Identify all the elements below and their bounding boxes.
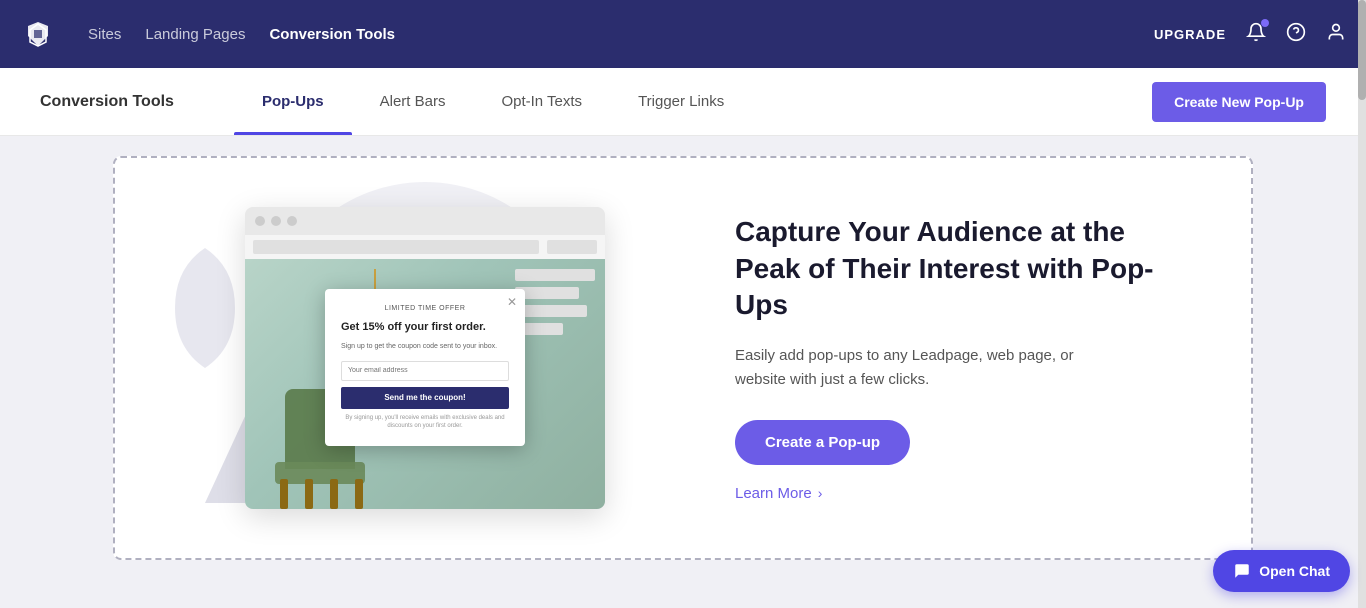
browser-dot-1	[255, 216, 265, 226]
notification-dot	[1261, 19, 1269, 27]
notifications-icon[interactable]	[1246, 22, 1266, 47]
tab-trigger-links[interactable]: Trigger Links	[610, 68, 752, 135]
tab-opt-in-texts[interactable]: Opt-In Texts	[473, 68, 610, 135]
popup-badge: Limited time offer	[341, 305, 509, 312]
content-card: ✕ Limited time offer Get 15% off your fi…	[113, 156, 1253, 560]
sub-nav-tabs: Pop-Ups Alert Bars Opt-In Texts Trigger …	[234, 68, 1152, 135]
popup-title: Get 15% off your first order.	[341, 320, 509, 334]
open-chat-label: Open Chat	[1259, 563, 1330, 579]
create-popup-cta-button[interactable]: Create a Pop-up	[735, 420, 910, 465]
nav-links: Sites Landing Pages Conversion Tools	[88, 26, 1130, 43]
nav-link-landing-pages[interactable]: Landing Pages	[145, 26, 245, 43]
sub-navigation: Conversion Tools Pop-Ups Alert Bars Opt-…	[0, 68, 1366, 136]
open-chat-button[interactable]: Open Chat	[1213, 550, 1350, 592]
learn-more-chevron-icon: ›	[818, 485, 823, 501]
browser-dot-2	[271, 216, 281, 226]
popup-email-input[interactable]	[341, 361, 509, 381]
browser-titlebar	[245, 207, 605, 235]
tab-pop-ups[interactable]: Pop-Ups	[234, 68, 352, 135]
popup-fine-print: By signing up, you'll receive emails wit…	[341, 415, 509, 431]
popup-cta-button[interactable]: Send me the coupon!	[341, 387, 509, 409]
url-button	[547, 240, 597, 254]
main-content: ✕ Limited time offer Get 15% off your fi…	[0, 136, 1366, 608]
nav-link-sites[interactable]: Sites	[88, 26, 121, 43]
upgrade-button[interactable]: UPGRADE	[1154, 27, 1226, 42]
learn-more-link[interactable]: Learn More ›	[735, 485, 1191, 502]
sub-nav-title: Conversion Tools	[40, 93, 174, 111]
nav-link-conversion-tools[interactable]: Conversion Tools	[269, 26, 395, 43]
learn-more-label: Learn More	[735, 485, 812, 502]
browser-body: ✕ Limited time offer Get 15% off your fi…	[245, 259, 605, 509]
hero-title: Capture Your Audience at the Peak of The…	[735, 214, 1191, 323]
top-navigation: Sites Landing Pages Conversion Tools UPG…	[0, 0, 1366, 68]
url-bar	[253, 240, 539, 254]
hero-text-area: Capture Your Audience at the Peak of The…	[735, 214, 1191, 501]
help-icon[interactable]	[1286, 22, 1306, 47]
browser-window: ✕ Limited time offer Get 15% off your fi…	[245, 207, 605, 509]
hero-description: Easily add pop-ups to any Leadpage, web …	[735, 344, 1115, 392]
page-content-rows	[515, 269, 595, 341]
popup-close-icon: ✕	[507, 295, 517, 309]
popup-demo-modal: ✕ Limited time offer Get 15% off your fi…	[325, 289, 525, 446]
browser-dot-3	[287, 216, 297, 226]
chat-bubble-icon	[1233, 562, 1251, 580]
popup-description: Sign up to get the coupon code sent to y…	[341, 342, 509, 351]
browser-url-area	[245, 235, 605, 259]
create-new-popup-button[interactable]: Create New Pop-Up	[1152, 82, 1326, 122]
illustration-area: ✕ Limited time offer Get 15% off your fi…	[175, 198, 675, 518]
scrollbar-thumb[interactable]	[1358, 0, 1366, 100]
user-profile-icon[interactable]	[1326, 22, 1346, 47]
tab-alert-bars[interactable]: Alert Bars	[352, 68, 474, 135]
nav-right-actions: UPGRADE	[1154, 22, 1346, 47]
logo[interactable]	[20, 16, 56, 52]
scrollbar-track[interactable]	[1358, 0, 1366, 608]
